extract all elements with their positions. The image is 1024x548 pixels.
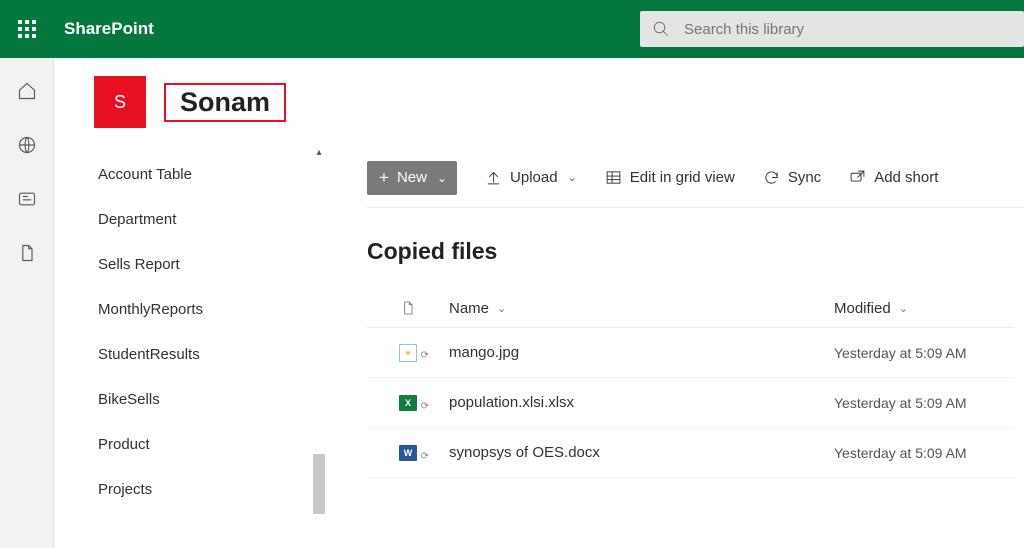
excel-file-icon: X — [399, 395, 417, 411]
shortcut-icon — [849, 169, 866, 186]
table-row[interactable]: ⟳ X population.xlsi.xlsx Yesterday at 5:… — [367, 378, 1014, 428]
site-header: S Sonam — [54, 58, 1024, 144]
search-box[interactable] — [640, 11, 1024, 47]
scroll-up-icon[interactable]: ▴ — [313, 146, 325, 158]
list-header: Name ⌄ Modified ⌄ — [367, 289, 1014, 328]
table-row[interactable]: ⟳ mango.jpg Yesterday at 5:09 AM — [367, 328, 1014, 378]
chevron-down-icon: ⌄ — [899, 302, 908, 315]
command-bar: + New ⌄ Upload ⌄ Edit in grid view — [367, 152, 1024, 208]
search-input[interactable] — [684, 21, 1012, 38]
suite-bar: SharePoint — [0, 0, 1024, 58]
image-file-icon — [399, 344, 417, 362]
plus-icon: + — [379, 168, 389, 188]
edit-grid-label: Edit in grid view — [630, 169, 735, 186]
sidebar-item-sells-report[interactable]: Sells Report — [54, 242, 319, 287]
site-title[interactable]: Sonam — [164, 83, 286, 122]
new-button-label: New — [397, 169, 427, 186]
upload-icon — [485, 169, 502, 186]
sync-icon — [763, 169, 780, 186]
sidebar-item-monthlyreports[interactable]: MonthlyReports — [54, 287, 319, 332]
file-name[interactable]: synopsys of OES.docx — [449, 444, 834, 461]
brand-sharepoint[interactable]: SharePoint — [64, 19, 154, 39]
add-shortcut-button[interactable]: Add short — [849, 169, 938, 186]
chevron-down-icon: ⌄ — [437, 171, 447, 185]
sidebar-item-bikesells[interactable]: BikeSells — [54, 377, 319, 422]
new-button[interactable]: + New ⌄ — [367, 161, 457, 195]
sync-status-icon: ⟳ — [421, 401, 429, 412]
file-modified: Yesterday at 5:09 AM — [834, 395, 1014, 411]
edit-grid-button[interactable]: Edit in grid view — [605, 169, 735, 186]
side-nav: Account Table Department Sells Report Mo… — [54, 144, 319, 548]
table-row[interactable]: ⟳ W synopsys of OES.docx Yesterday at 5:… — [367, 428, 1014, 478]
file-name[interactable]: mango.jpg — [449, 344, 834, 361]
scroll-thumb[interactable] — [313, 454, 325, 514]
chevron-down-icon: ⌄ — [568, 171, 577, 184]
app-launcher-icon[interactable] — [0, 0, 54, 58]
main-panel: + New ⌄ Upload ⌄ Edit in grid view — [319, 144, 1024, 548]
column-modified-label: Modified — [834, 300, 891, 317]
sidebar-item-projects[interactable]: Projects — [54, 467, 319, 512]
sidebar-item-product[interactable]: Product — [54, 422, 319, 467]
column-header-name[interactable]: Name ⌄ — [449, 300, 834, 317]
upload-button[interactable]: Upload ⌄ — [485, 169, 577, 186]
column-type-icon[interactable] — [367, 299, 449, 317]
file-list: Name ⌄ Modified ⌄ ⟳ — [367, 289, 1024, 478]
column-name-label: Name — [449, 300, 489, 317]
sidebar-item-department[interactable]: Department — [54, 197, 319, 242]
add-shortcut-label: Add short — [874, 169, 938, 186]
sidebar-item-studentresults[interactable]: StudentResults — [54, 332, 319, 377]
sync-button[interactable]: Sync — [763, 169, 821, 186]
word-file-icon: W — [399, 445, 417, 461]
column-header-modified[interactable]: Modified ⌄ — [834, 300, 1014, 317]
file-modified: Yesterday at 5:09 AM — [834, 345, 1014, 361]
search-icon — [652, 20, 670, 38]
globe-icon[interactable] — [16, 134, 38, 156]
grid-icon — [605, 169, 622, 186]
sidebar-item-account-table[interactable]: Account Table — [54, 152, 319, 197]
home-icon[interactable] — [16, 80, 38, 102]
sync-status-icon: ⟳ — [421, 350, 429, 361]
chevron-down-icon: ⌄ — [497, 302, 506, 315]
file-name[interactable]: population.xlsi.xlsx — [449, 394, 834, 411]
file-modified: Yesterday at 5:09 AM — [834, 445, 1014, 461]
news-icon[interactable] — [16, 188, 38, 210]
upload-label: Upload — [510, 169, 558, 186]
file-icon[interactable] — [16, 242, 38, 264]
side-nav-scrollbar[interactable]: ▴ — [313, 144, 325, 548]
site-avatar[interactable]: S — [94, 76, 146, 128]
sync-label: Sync — [788, 169, 821, 186]
sync-status-icon: ⟳ — [421, 451, 429, 462]
app-rail — [0, 58, 54, 548]
section-title: Copied files — [367, 238, 1024, 265]
